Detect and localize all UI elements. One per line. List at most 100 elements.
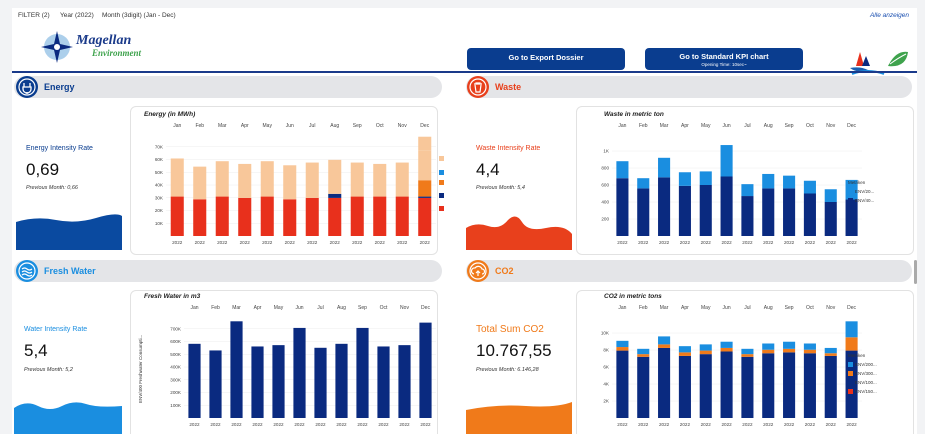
month-label: Nov	[398, 123, 407, 129]
month-label: Sep	[353, 123, 362, 129]
year-label: 2022	[336, 422, 347, 427]
year-label: 2022	[172, 240, 183, 245]
bar-segment	[762, 353, 775, 418]
month-label: Oct	[380, 305, 388, 311]
bar-segment	[418, 150, 432, 181]
year-label: 2022	[399, 422, 410, 427]
bar-segment	[373, 196, 387, 236]
show-all-link[interactable]: Alle anzeigen	[870, 12, 909, 19]
bar-segment	[741, 354, 754, 357]
bar-segment	[824, 355, 837, 418]
year-label: 2022	[826, 422, 837, 427]
y-tick-label: 4K	[603, 382, 610, 387]
year-label: 2022	[721, 422, 732, 427]
bar-segment	[741, 196, 754, 236]
bar-segment	[238, 163, 252, 198]
bar-segment	[238, 197, 252, 236]
month-label: Mar	[660, 123, 669, 129]
trash-icon	[467, 76, 489, 98]
month-label: Aug	[764, 123, 773, 129]
bar-segment	[305, 162, 319, 198]
scrollbar[interactable]	[914, 260, 917, 284]
y-tick-label: 30K	[155, 195, 164, 200]
bar-segment	[783, 175, 796, 189]
filter-count[interactable]: FILTER (2)	[18, 12, 50, 19]
y-tick-label: 50K	[155, 170, 164, 175]
month-label: Jan	[618, 123, 626, 129]
year-label: 2022	[617, 422, 628, 427]
bar-segment	[678, 346, 691, 353]
month-label: Sep	[785, 305, 794, 311]
bar-segment	[658, 157, 671, 178]
year-label: 2022	[659, 240, 670, 245]
bar-segment	[824, 202, 837, 236]
month-label: May	[701, 123, 711, 129]
bar-segment	[272, 345, 285, 418]
y-tick-label: 600K	[170, 339, 182, 344]
year-label: 2022	[307, 240, 318, 245]
year-label: 2022	[742, 240, 753, 245]
bar-segment	[398, 345, 411, 418]
bar-segment	[803, 193, 816, 236]
bar-segment	[260, 196, 274, 236]
month-label: Aug	[330, 123, 339, 129]
month-label: Jan	[173, 123, 181, 129]
kpi-sub: Opening Time: 10sec~	[701, 62, 747, 67]
water-chart-title: Fresh Water in m3	[144, 293, 201, 300]
filter-year[interactable]: Year (2022)	[60, 12, 94, 19]
y-tick-label: 60K	[155, 157, 164, 162]
year-label: 2022	[701, 422, 712, 427]
bar-segment	[215, 161, 229, 197]
year-label: 2022	[273, 422, 284, 427]
bar-segment	[720, 145, 733, 177]
bar-segment	[783, 352, 796, 418]
bar-segment	[418, 136, 432, 151]
bar-segment	[678, 172, 691, 186]
month-label: Oct	[806, 305, 814, 311]
bar-segment	[699, 350, 712, 355]
month-label: Dec	[421, 305, 430, 311]
co2-chart-title: CO2 in metric tons	[604, 293, 662, 300]
month-label: Jun	[295, 305, 303, 311]
bar-segment	[720, 347, 733, 352]
bar-segment	[356, 327, 369, 418]
year-label: 2022	[375, 240, 386, 245]
month-label: Apr	[681, 123, 689, 129]
year-label: 2022	[805, 422, 816, 427]
bar-segment	[418, 197, 432, 236]
month-label: Jul	[744, 123, 750, 129]
year-label: 2022	[638, 422, 649, 427]
water-kpi-prev: Previous Month: 5,2	[24, 367, 73, 373]
water-wave-icon	[14, 402, 122, 434]
y-tick-label: 800	[601, 166, 609, 171]
energy-title: Energy	[44, 82, 75, 92]
bar-segment	[699, 354, 712, 418]
month-label: Oct	[806, 123, 814, 129]
month-label: Dec	[847, 123, 856, 129]
bar-segment	[699, 185, 712, 236]
year-label: 2022	[784, 240, 795, 245]
year-label: 2022	[742, 422, 753, 427]
bar-segment	[328, 197, 342, 236]
export-dossier-button[interactable]: Go to Export Dossier	[467, 48, 625, 70]
bar-segment	[762, 173, 775, 189]
year-label: 2022	[763, 422, 774, 427]
year-label: 2022	[357, 422, 368, 427]
bar-segment	[637, 354, 650, 357]
bar-segment	[762, 188, 775, 236]
waste-kpi-label: Waste Intensity Rate	[476, 145, 541, 152]
y-tick-label: 600	[601, 183, 609, 188]
bar-segment	[616, 178, 629, 236]
bar-segment	[215, 196, 229, 236]
co2-legend-item: ENV/100...	[848, 378, 877, 387]
year-label: 2022	[195, 240, 206, 245]
energy-legend-swatches	[439, 156, 444, 211]
month-label: Feb	[639, 305, 648, 311]
filter-month[interactable]: Month (3digit) (Jan - Dec)	[102, 12, 176, 19]
month-label: Jul	[309, 123, 315, 129]
y-tick-label: 400	[601, 200, 609, 205]
filter-bar: FILTER (2) Year (2022) Month (3digit) (J…	[12, 8, 917, 22]
kpi-chart-button[interactable]: Go to Standard KPI chart Opening Time: 10…	[645, 48, 803, 70]
year-label: 2022	[210, 422, 221, 427]
compass-logo-icon	[41, 31, 73, 63]
